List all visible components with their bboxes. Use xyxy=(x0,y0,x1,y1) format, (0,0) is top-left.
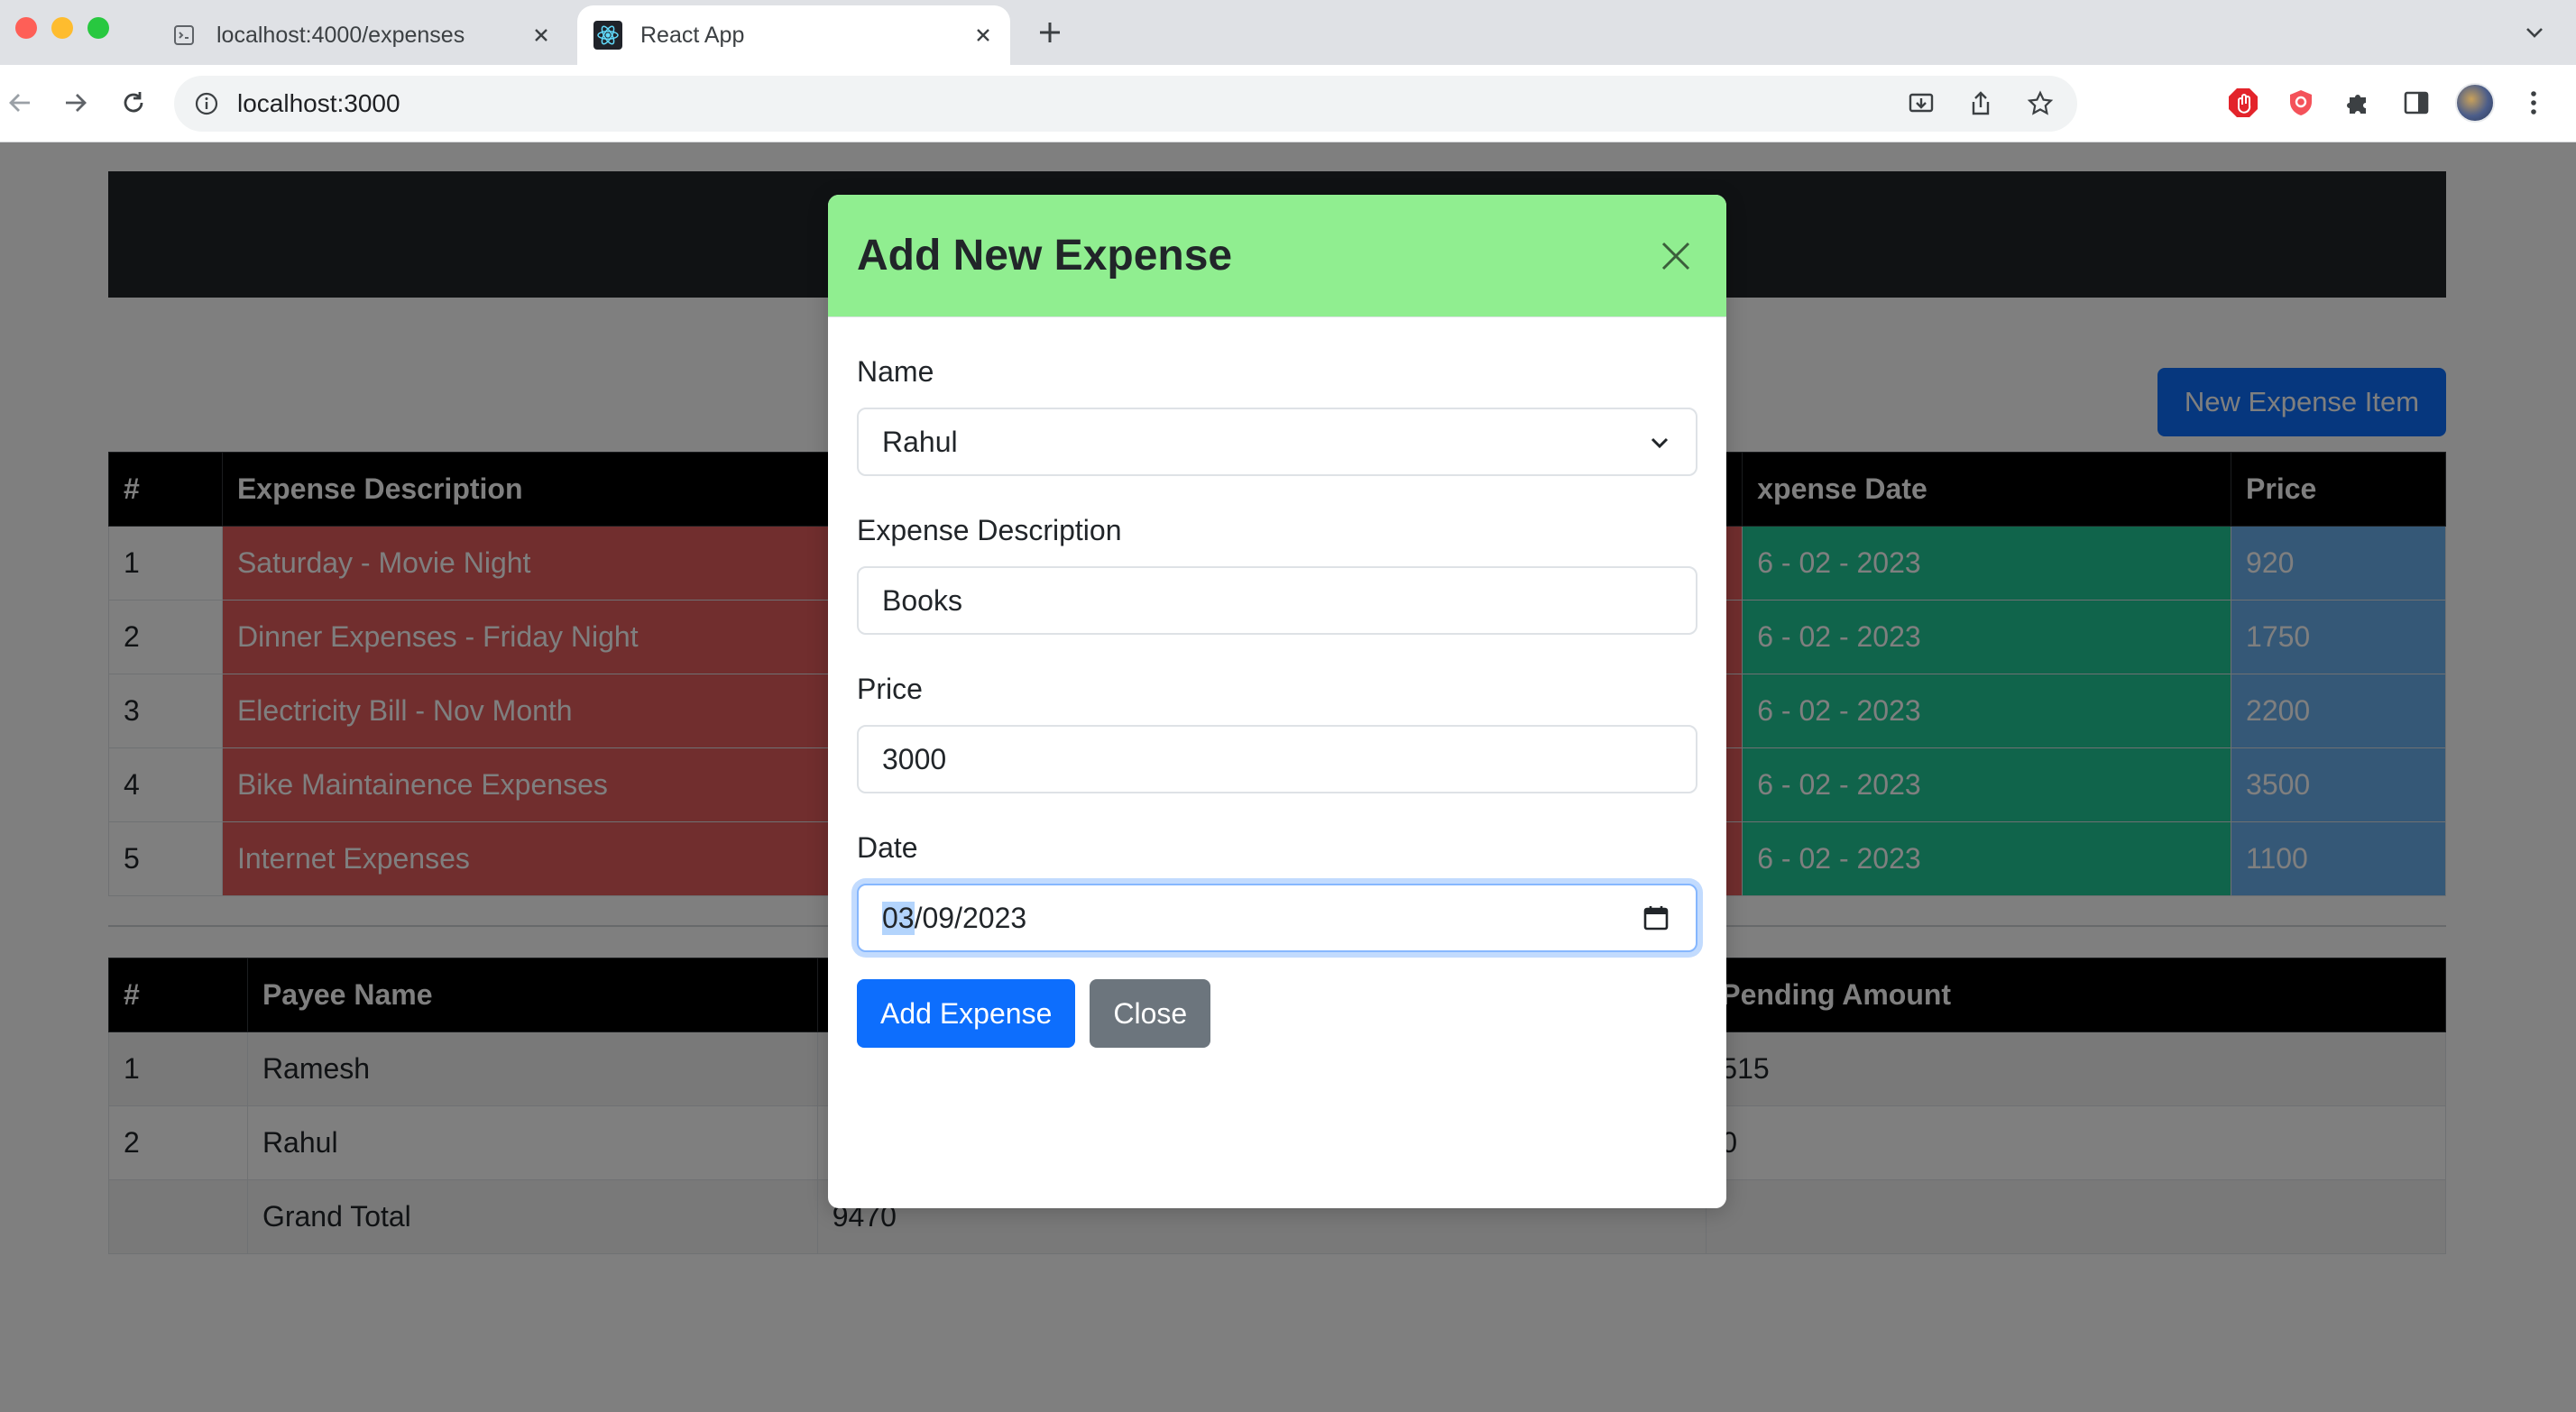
close-button[interactable]: Close xyxy=(1090,979,1211,1048)
bookmark-star-icon[interactable] xyxy=(2021,85,2059,123)
reload-icon[interactable] xyxy=(114,83,153,123)
back-arrow-icon[interactable] xyxy=(0,83,40,123)
extensions-puzzle-icon[interactable] xyxy=(2340,84,2378,122)
window-close-button[interactable] xyxy=(15,17,37,39)
new-tab-plus-icon[interactable] xyxy=(1032,14,1068,50)
tab-title: localhost:4000/expenses xyxy=(216,22,465,48)
window-minimize-button[interactable] xyxy=(51,17,73,39)
date-month-segment[interactable]: 03 xyxy=(882,901,915,935)
calendar-icon[interactable] xyxy=(1642,903,1670,940)
page-content: New Expense Item # Expense Description x… xyxy=(0,142,2576,1412)
share-icon[interactable] xyxy=(1962,85,2000,123)
react-logo-icon xyxy=(593,21,622,50)
tab-localhost-4000[interactable]: localhost:4000/expenses xyxy=(153,5,568,65)
price-input[interactable]: 3000 xyxy=(857,725,1697,793)
site-info-icon[interactable] xyxy=(192,89,221,118)
shield-extension-icon[interactable] xyxy=(2282,84,2320,122)
profile-avatar[interactable] xyxy=(2455,83,2495,123)
url-text: localhost:3000 xyxy=(237,89,400,117)
date-label: Date xyxy=(857,830,918,864)
add-expense-button[interactable]: Add Expense xyxy=(857,979,1076,1048)
tab-close-icon[interactable] xyxy=(965,17,1001,53)
price-value: 3000 xyxy=(882,742,947,775)
close-icon[interactable] xyxy=(1654,234,1697,278)
expense-description-input[interactable]: Books xyxy=(857,566,1697,635)
name-label: Name xyxy=(857,354,934,388)
tab-react-app[interactable]: React App xyxy=(577,5,1010,65)
modal-body: Name Rahul Expense Description Books Pri… xyxy=(828,317,1726,1048)
add-expense-modal: Add New Expense Name Rahul Expense Descr… xyxy=(828,195,1726,1208)
expense-description-label: Expense Description xyxy=(857,513,1122,546)
modal-title: Add New Expense xyxy=(857,232,1233,280)
window-zoom-button[interactable] xyxy=(87,17,109,39)
install-app-icon[interactable] xyxy=(1902,85,1940,123)
price-label: Price xyxy=(857,672,923,705)
name-select[interactable]: Rahul xyxy=(857,408,1697,476)
modal-header: Add New Expense xyxy=(828,195,1726,317)
more-menu-icon[interactable] xyxy=(2515,84,2553,122)
date-input[interactable]: 03/09/2023 xyxy=(857,884,1697,952)
tab-close-icon[interactable] xyxy=(523,17,559,53)
chevron-down-icon xyxy=(1647,429,1672,463)
dev-icon xyxy=(170,21,198,50)
address-bar[interactable]: localhost:3000 xyxy=(174,76,2077,132)
side-panel-icon[interactable] xyxy=(2397,84,2435,122)
forward-arrow-icon[interactable] xyxy=(56,83,96,123)
browser-tab-bar: localhost:4000/expenses React App xyxy=(0,0,2576,65)
adblock-extension-icon[interactable] xyxy=(2224,84,2262,122)
tab-title: React App xyxy=(640,22,745,48)
tab-search-chevron-icon[interactable] xyxy=(2516,14,2553,50)
name-select-value: Rahul xyxy=(882,425,958,458)
expense-description-value: Books xyxy=(882,583,962,617)
date-rest-segment[interactable]: /09/2023 xyxy=(915,902,1027,935)
browser-toolbar: localhost:3000 xyxy=(0,65,2576,142)
